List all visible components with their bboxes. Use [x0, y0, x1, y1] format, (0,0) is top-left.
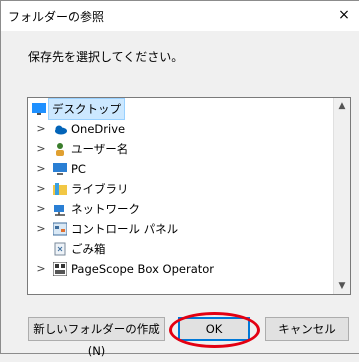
tree-item-recycle-bin[interactable]: ごみ箱	[28, 239, 328, 259]
chevron-right-icon[interactable]: >	[36, 259, 46, 279]
tree-item-onedrive[interactable]: > OneDrive	[28, 119, 328, 139]
folder-tree[interactable]: デスクトップ > OneDrive > ユーザー名 > PC > ライブラリ >…	[27, 97, 351, 295]
chevron-right-icon[interactable]: >	[36, 159, 46, 179]
browse-folder-dialog: フォルダーの参照 × 保存先を選択してください。 デスクトップ > OneDri…	[0, 0, 359, 358]
app-icon	[53, 262, 67, 276]
ok-button[interactable]: OK	[178, 317, 250, 341]
scroll-down-icon[interactable]: ▼	[334, 278, 350, 294]
chevron-right-icon[interactable]: >	[36, 119, 46, 139]
title-bar: フォルダーの参照 ×	[1, 1, 359, 31]
vertical-scrollbar[interactable]: ▲ ▼	[333, 98, 350, 294]
tree-item-pagescope[interactable]: > PageScope Box Operator	[28, 259, 328, 279]
tree-item-label: ネットワーク	[71, 202, 140, 216]
chevron-right-icon[interactable]: >	[36, 179, 46, 199]
library-icon	[53, 183, 67, 195]
network-icon	[54, 205, 65, 216]
cancel-button[interactable]: キャンセル	[265, 317, 349, 341]
tree-item-label: ライブラリ	[71, 182, 129, 196]
tree-item-label: PC	[71, 162, 86, 176]
control-panel-icon	[53, 222, 67, 236]
chevron-right-icon[interactable]: >	[36, 199, 46, 219]
close-icon[interactable]: ×	[329, 1, 359, 31]
recycle-bin-icon	[54, 242, 66, 256]
tree-item-label: OneDrive	[71, 122, 126, 136]
chevron-right-icon[interactable]: >	[36, 139, 46, 159]
tree-item-library[interactable]: > ライブラリ	[28, 179, 328, 199]
scroll-up-icon[interactable]: ▲	[334, 98, 350, 114]
pc-icon	[53, 163, 67, 175]
tree-item-label: ごみ箱	[71, 242, 106, 256]
tree-item-desktop[interactable]: デスクトップ	[28, 98, 328, 120]
chevron-right-icon[interactable]: >	[36, 219, 46, 239]
new-folder-button[interactable]: 新しいフォルダーの作成(N)	[28, 317, 165, 358]
tree-item-network[interactable]: > ネットワーク	[28, 199, 328, 219]
tree-item-label: コントロール パネル	[71, 222, 179, 236]
tree-item-user[interactable]: > ユーザー名	[28, 139, 328, 159]
dialog-title: フォルダーの参照	[8, 10, 105, 24]
tree-item-pc[interactable]: > PC	[28, 159, 328, 179]
instruction-text: 保存先を選択してください。	[28, 50, 184, 64]
tree-item-label: PageScope Box Operator	[71, 262, 215, 276]
tree-item-control-panel[interactable]: > コントロール パネル	[28, 219, 328, 239]
cloud-icon	[55, 125, 67, 135]
tree-item-label: デスクトップ	[48, 98, 125, 120]
user-icon	[56, 143, 64, 156]
tree-item-label: ユーザー名	[71, 142, 129, 156]
desktop-icon	[32, 103, 46, 115]
